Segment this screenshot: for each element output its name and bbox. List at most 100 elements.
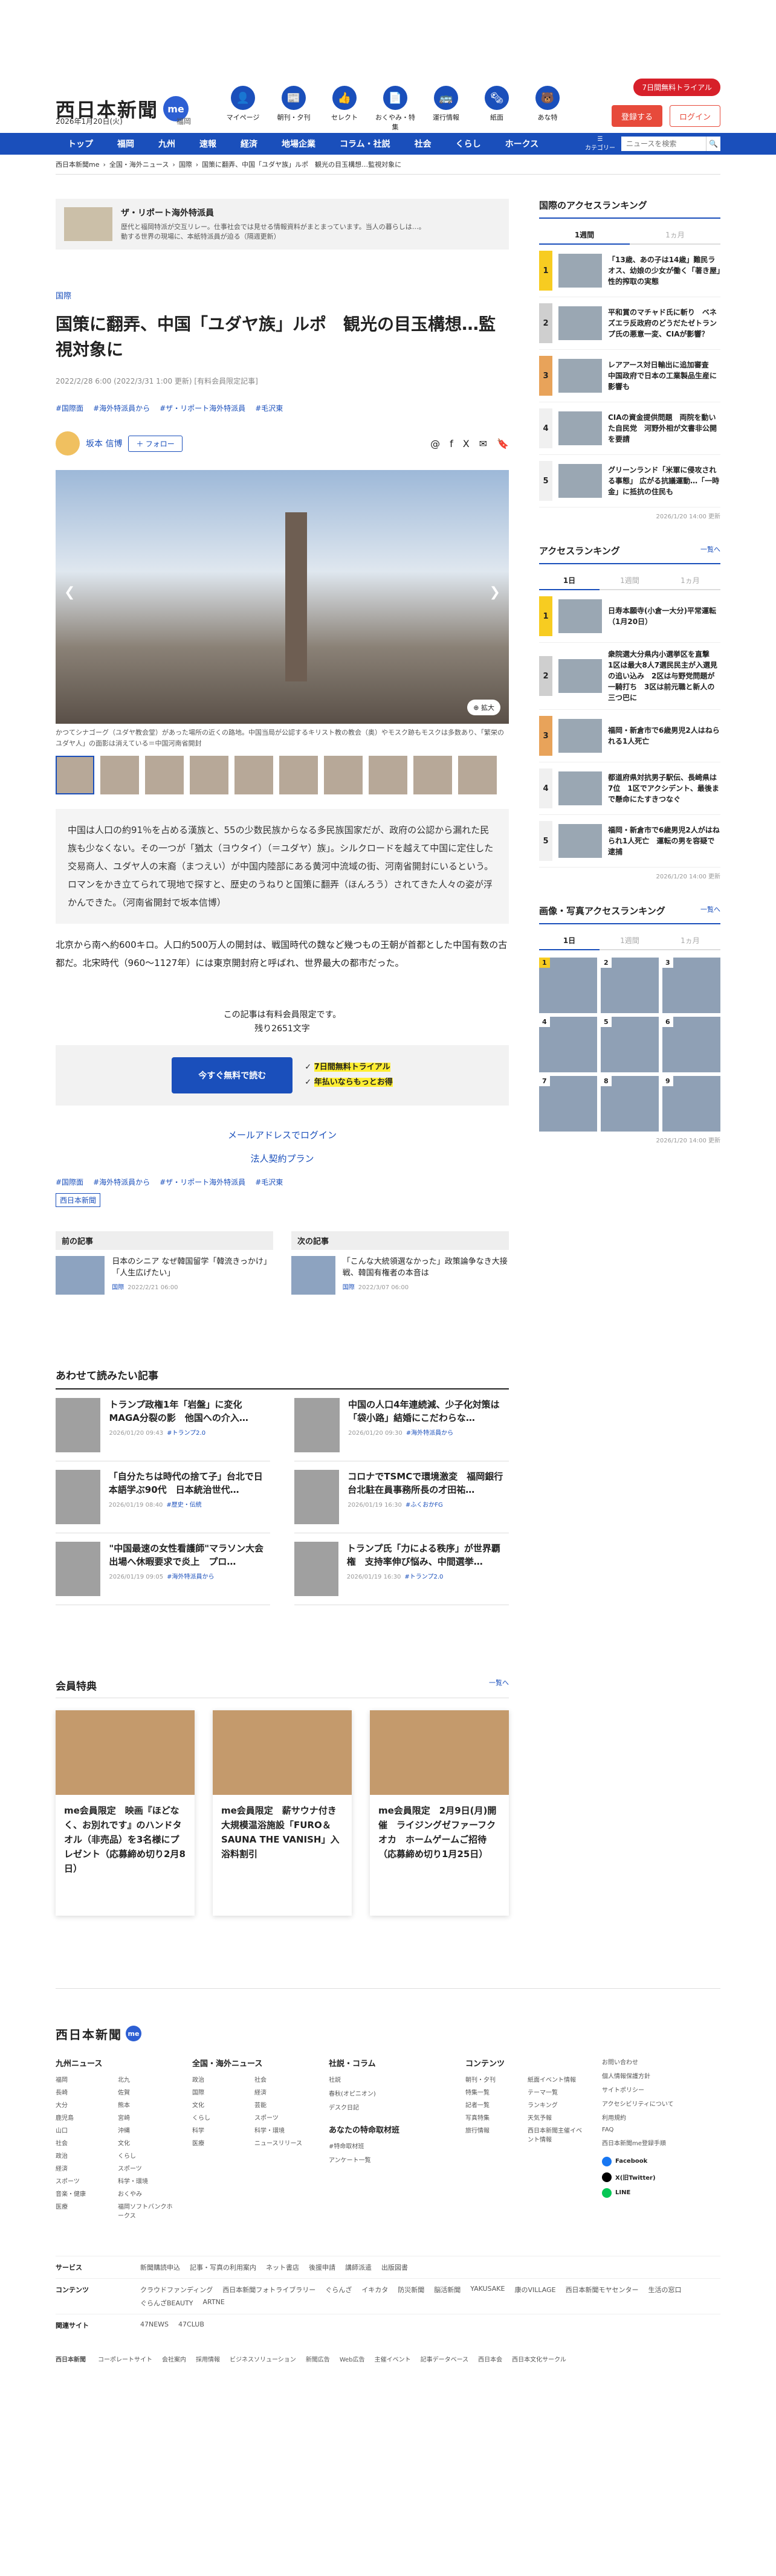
footer-link[interactable]: 紙面イベント情報 xyxy=(528,2075,584,2084)
photo-ranking-item[interactable]: 4 xyxy=(539,1017,597,1072)
ranking-tab[interactable]: 1ヵ月 xyxy=(660,572,720,590)
footer-link[interactable]: 医療 xyxy=(192,2138,248,2147)
footer-link[interactable]: 政治 xyxy=(56,2151,112,2160)
photo-thumbnail[interactable] xyxy=(369,756,407,795)
footer-link[interactable]: 長崎 xyxy=(56,2087,112,2096)
footer-link[interactable]: 社説 xyxy=(329,2075,447,2084)
ranking-item[interactable]: 1 日寿本願寺(小倉一大分)平常運転（1月20日） xyxy=(539,590,720,643)
recommended-tag[interactable]: #トランプ2.0 xyxy=(404,1574,443,1580)
benefit-card[interactable]: me会員限定 薪サウナ付き大規模温浴施設「FURO＆SAUNA THE VANI… xyxy=(213,1710,352,1916)
photo-thumbnail[interactable] xyxy=(324,756,363,795)
next-photo-icon[interactable]: ❯ xyxy=(490,585,500,600)
nav-item[interactable]: 経済 xyxy=(228,138,270,150)
nav-item[interactable]: トップ xyxy=(56,138,105,150)
footer-link[interactable]: 特集一覧 xyxy=(465,2087,522,2096)
footer-link[interactable]: イキカタ xyxy=(361,2285,388,2294)
footer-link[interactable]: 社会 xyxy=(254,2075,311,2084)
footer-link[interactable]: 鹿児島 xyxy=(56,2113,112,2122)
current-location[interactable]: 福岡 xyxy=(176,116,191,126)
footer-link[interactable]: 社会 xyxy=(56,2138,112,2147)
header-icon-item[interactable]: 🚌 運行情報 xyxy=(425,86,467,132)
photo-thumbnail[interactable] xyxy=(279,756,318,795)
photo-ranking-item[interactable]: 8 xyxy=(601,1076,659,1132)
article-photo[interactable]: ❮ ❯ ⊕ 拡大 xyxy=(56,470,509,724)
footer-link[interactable]: 採用情報 xyxy=(196,2354,220,2363)
ranking-item[interactable]: 2 平和賞のマチャド氏に斬り ベネズエラ反政府のどうだたゼトランプ氏の悪意一変、C… xyxy=(539,297,720,350)
footer-link[interactable]: 康のVILLAGE xyxy=(514,2285,555,2294)
footer-link[interactable]: 福岡 xyxy=(56,2075,112,2084)
footer-link[interactable]: ぐらんざ xyxy=(325,2285,352,2294)
recommended-tag[interactable]: #トランプ2.0 xyxy=(167,1430,205,1437)
footer-link[interactable]: 記事・写真の利用案内 xyxy=(190,2262,256,2272)
footer-link[interactable]: FAQ xyxy=(602,2127,720,2133)
footer-link[interactable]: ぐらんざBEAUTY xyxy=(140,2298,193,2308)
footer-link[interactable]: 47CLUB xyxy=(178,2320,204,2330)
nav-item[interactable]: 九州 xyxy=(146,138,187,150)
tag-link[interactable]: #毛沢東 xyxy=(255,403,283,413)
footer-link[interactable]: 音楽・健康 xyxy=(56,2189,112,2198)
tag-link[interactable]: #国際面 xyxy=(56,1177,83,1187)
footer-logo[interactable]: 西日本新聞 me xyxy=(56,2025,720,2043)
footer-link[interactable]: Web広告 xyxy=(340,2354,365,2363)
footer-link[interactable]: 文化 xyxy=(192,2100,248,2109)
article-category[interactable]: 国際 xyxy=(56,289,509,301)
next-article[interactable]: 次の記事 「こんな大統領選なかった」政策論争なき大接戦、韓国有権者の本音は 国際 20… xyxy=(291,1231,509,1301)
footer-link[interactable]: ネット書店 xyxy=(266,2262,299,2272)
footer-link[interactable]: 熊本 xyxy=(118,2100,174,2109)
recommended-item[interactable]: 「自分たちは時代の捨て子」台北で日本語学ぶ90代 日本統治世代… 2026/01/… xyxy=(56,1461,270,1533)
footer-link[interactable]: 西日本新聞モヤセンター xyxy=(566,2285,639,2294)
benefits-more-link[interactable]: 一覧へ xyxy=(489,1678,509,1693)
photo-thumbnail[interactable] xyxy=(190,756,228,795)
photo-ranking-item[interactable]: 6 xyxy=(662,1017,720,1072)
prev-article[interactable]: 前の記事 日本のシニア なぜ韓国留学「韓流きっかけ」「人生広げたい」 国際 2022/… xyxy=(56,1231,273,1301)
footer-link[interactable]: スポーツ xyxy=(56,2176,112,2185)
footer-link[interactable]: テーマ一覧 xyxy=(528,2087,584,2096)
footer-link[interactable]: 経済 xyxy=(254,2087,311,2096)
footer-link[interactable]: アンケート一覧 xyxy=(329,2155,447,2164)
recommended-tag[interactable]: #歴史・伝統 xyxy=(166,1502,201,1509)
social-link[interactable]: LINE xyxy=(602,2188,720,2198)
tag-link[interactable]: #海外特派員から xyxy=(93,403,150,413)
footer-link[interactable]: おくやみ xyxy=(118,2189,174,2198)
photo-thumbnail[interactable] xyxy=(234,756,273,795)
footer-link[interactable]: クラウドファンディング xyxy=(140,2285,213,2294)
access-ranking-more-link[interactable]: 一覧へ xyxy=(700,544,720,557)
footer-link[interactable]: 西日本新聞主催イベント情報 xyxy=(528,2125,584,2143)
search-input[interactable] xyxy=(621,137,706,151)
follow-button[interactable]: ＋ フォロー xyxy=(128,435,183,452)
footer-link[interactable]: 利用規約 xyxy=(602,2113,720,2122)
footer-link[interactable]: ARTNE xyxy=(203,2298,225,2308)
recommended-tag[interactable]: #ふくおかFG xyxy=(406,1502,443,1509)
footer-link[interactable]: デスク日記 xyxy=(329,2102,447,2111)
ranking-item[interactable]: 5 グリーンランド「米軍に侵攻される事態」 広がる抗議運動…「一時金」に抵抗の住民… xyxy=(539,455,720,507)
benefit-card[interactable]: me会員限定 2月9日(月)開催 ライジングゼファーフクオカ ホームゲームご招待… xyxy=(370,1710,509,1916)
footer-link[interactable]: スポーツ xyxy=(118,2163,174,2172)
header-icon-item[interactable]: 👍 セレクト xyxy=(323,86,366,132)
nav-item[interactable]: 速報 xyxy=(187,138,228,150)
recommended-tag[interactable]: #海外特派員から xyxy=(167,1574,214,1580)
tag-link[interactable]: #海外特派員から xyxy=(93,1177,150,1187)
nav-item[interactable]: コラム・社説 xyxy=(328,138,403,150)
ranking-tab[interactable]: 1週間 xyxy=(600,932,660,950)
header-icon-item[interactable]: 👤 マイページ xyxy=(222,86,264,132)
recommended-item[interactable]: コロナでTSMCで環境激変 福岡銀行台北駐在員事務所長の才田祐… 2026/01/… xyxy=(294,1461,509,1533)
breadcrumb-item[interactable]: 全国・海外ニュース xyxy=(109,161,169,169)
footer-link[interactable]: 47NEWS xyxy=(140,2320,169,2330)
footer-link[interactable]: 出版図書 xyxy=(381,2262,408,2272)
footer-link[interactable]: 芸能 xyxy=(254,2100,311,2109)
footer-link[interactable]: #特命取材班 xyxy=(329,2141,447,2150)
recommended-item[interactable]: 中国の人口4年連続減、少子化対策は「袋小路」結婚にこだわらな… 2026/01/2… xyxy=(294,1389,509,1461)
ranking-tab[interactable]: 1日 xyxy=(539,572,600,590)
nav-item[interactable]: 福岡 xyxy=(105,138,146,150)
nav-item[interactable]: 社会 xyxy=(403,138,444,150)
footer-link[interactable]: 北九 xyxy=(118,2075,174,2084)
ranking-item[interactable]: 1 「13歳、あの子は14歳」難民ラオス、幼娘の少女が働く「著き屋」性的搾取の実態 xyxy=(539,245,720,297)
footer-link[interactable]: 沖縄 xyxy=(118,2125,174,2134)
ranking-item[interactable]: 4 都道府県対抗男子駅伝、長崎県は7位 1区でアクシデント、最後まで懸命にたすきつ… xyxy=(539,762,720,815)
photo-thumbnail[interactable] xyxy=(145,756,184,795)
recommended-tag[interactable]: #海外特派員から xyxy=(406,1430,453,1437)
footer-link[interactable]: コーポレートサイト xyxy=(98,2354,152,2363)
photo-ranking-item[interactable]: 5 xyxy=(601,1017,659,1072)
author-name[interactable]: 坂本 信博 xyxy=(86,437,122,449)
footer-link[interactable]: お問い合わせ xyxy=(602,2057,720,2066)
